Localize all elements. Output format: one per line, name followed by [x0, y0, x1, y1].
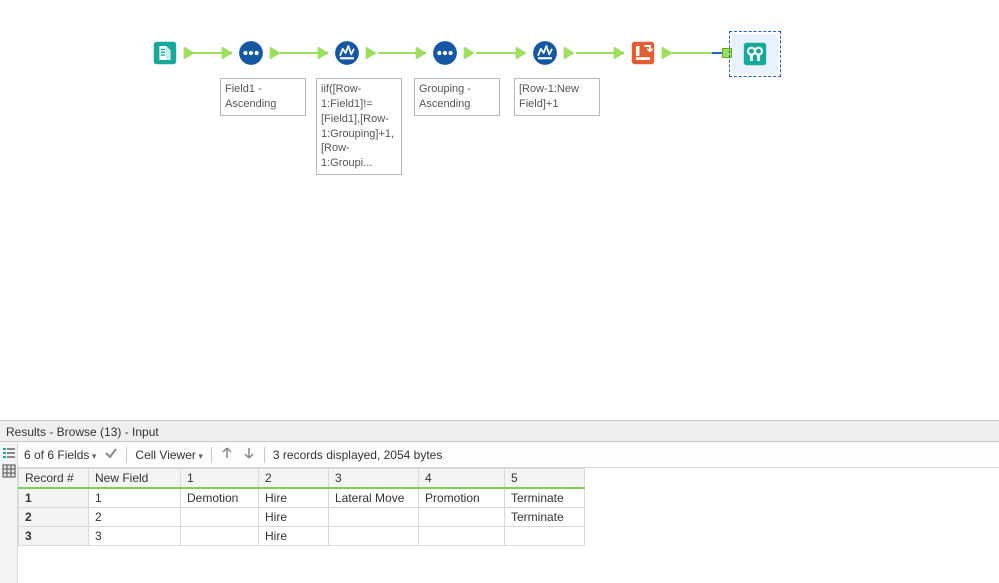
cell[interactable] [181, 508, 259, 527]
grid-header-row: Record # New Field 1 2 3 4 5 [19, 469, 585, 489]
output-anchor[interactable] [564, 47, 574, 59]
cell[interactable]: Demotion [181, 488, 259, 508]
results-tab-data[interactable] [2, 464, 16, 478]
tool-browse[interactable] [732, 34, 778, 74]
tool-annotation: Field1 - Ascending [220, 78, 306, 116]
fields-dropdown[interactable]: 6 of 6 Fields [24, 448, 96, 462]
cell[interactable] [329, 508, 419, 527]
tool-input-data[interactable] [146, 34, 184, 72]
tool-multi-row-formula[interactable] [328, 34, 366, 72]
row-number: 1 [19, 488, 89, 508]
cell[interactable]: Hire [259, 527, 329, 546]
col-5[interactable]: 5 [505, 469, 585, 489]
cell[interactable]: 2 [89, 508, 181, 527]
col-2[interactable]: 2 [259, 469, 329, 489]
cell[interactable]: 3 [89, 527, 181, 546]
separator [264, 447, 265, 463]
cell[interactable] [419, 508, 505, 527]
workflow-canvas[interactable]: Field1 - Ascending iif([Row-1:Field1]!=[… [0, 0, 999, 420]
browse-icon [741, 40, 769, 68]
tool-annotation: iif([Row-1:Field1]!=[Field1],[Row-1:Grou… [316, 78, 402, 175]
results-grid[interactable]: Record # New Field 1 2 3 4 5 1 1 Demotio… [18, 468, 999, 583]
tool-sort[interactable] [232, 34, 270, 72]
cell[interactable]: Lateral Move [329, 488, 419, 508]
multi-row-formula-icon [531, 39, 559, 67]
col-record-num[interactable]: Record # [19, 469, 89, 489]
input-anchor[interactable] [722, 48, 732, 58]
input-data-icon [151, 39, 179, 67]
row-number: 2 [19, 508, 89, 527]
col-1[interactable]: 1 [181, 469, 259, 489]
sort-asc-icon[interactable] [220, 446, 234, 463]
input-anchor[interactable] [318, 47, 328, 59]
cell[interactable]: Hire [259, 488, 329, 508]
connection [672, 52, 712, 54]
sort-icon [431, 39, 459, 67]
cell[interactable]: Promotion [419, 488, 505, 508]
cell[interactable]: Terminate [505, 488, 585, 508]
tool-sort[interactable] [426, 34, 464, 72]
cell-viewer-dropdown[interactable]: Cell Viewer [135, 448, 203, 462]
grid-icon [2, 464, 16, 478]
cell[interactable] [181, 527, 259, 546]
results-tab-messages[interactable] [2, 446, 16, 460]
sort-desc-icon[interactable] [242, 446, 256, 463]
input-anchor[interactable] [222, 47, 232, 59]
output-anchor[interactable] [270, 47, 280, 59]
input-anchor[interactable] [614, 47, 624, 59]
list-icon [2, 446, 16, 460]
output-anchor[interactable] [662, 47, 672, 59]
cell[interactable]: 1 [89, 488, 181, 508]
col-new-field[interactable]: New Field [89, 469, 181, 489]
output-anchor[interactable] [366, 47, 376, 59]
cell[interactable]: Terminate [505, 508, 585, 527]
col-4[interactable]: 4 [419, 469, 505, 489]
cell[interactable] [419, 527, 505, 546]
results-panel-title: Results - Browse (13) - Input [0, 420, 999, 442]
results-toolbar: 6 of 6 Fields Cell Viewer 3 records disp… [18, 442, 999, 468]
row-number: 3 [19, 527, 89, 546]
records-summary: 3 records displayed, 2054 bytes [273, 448, 442, 462]
cell[interactable] [329, 527, 419, 546]
tool-cross-tab[interactable] [624, 34, 662, 72]
table-row[interactable]: 2 2 Hire Terminate [19, 508, 585, 527]
cross-tab-icon [629, 39, 657, 67]
input-anchor[interactable] [416, 47, 426, 59]
col-3[interactable]: 3 [329, 469, 419, 489]
output-anchor[interactable] [464, 47, 474, 59]
separator [211, 447, 212, 463]
cell[interactable] [505, 527, 585, 546]
tool-multi-row-formula[interactable] [526, 34, 564, 72]
results-sidebar-tabs [0, 442, 18, 583]
cell[interactable]: Hire [259, 508, 329, 527]
sort-icon [237, 39, 265, 67]
multi-row-formula-icon [333, 39, 361, 67]
separator [126, 447, 127, 463]
input-anchor[interactable] [516, 47, 526, 59]
tool-annotation: Grouping - Ascending [414, 78, 500, 116]
output-anchor[interactable] [184, 47, 194, 59]
fields-check-icon[interactable] [104, 446, 118, 463]
table-row[interactable]: 3 3 Hire [19, 527, 585, 546]
table-row[interactable]: 1 1 Demotion Hire Lateral Move Promotion… [19, 488, 585, 508]
tool-annotation: [Row-1:New Field]+1 [514, 78, 600, 116]
